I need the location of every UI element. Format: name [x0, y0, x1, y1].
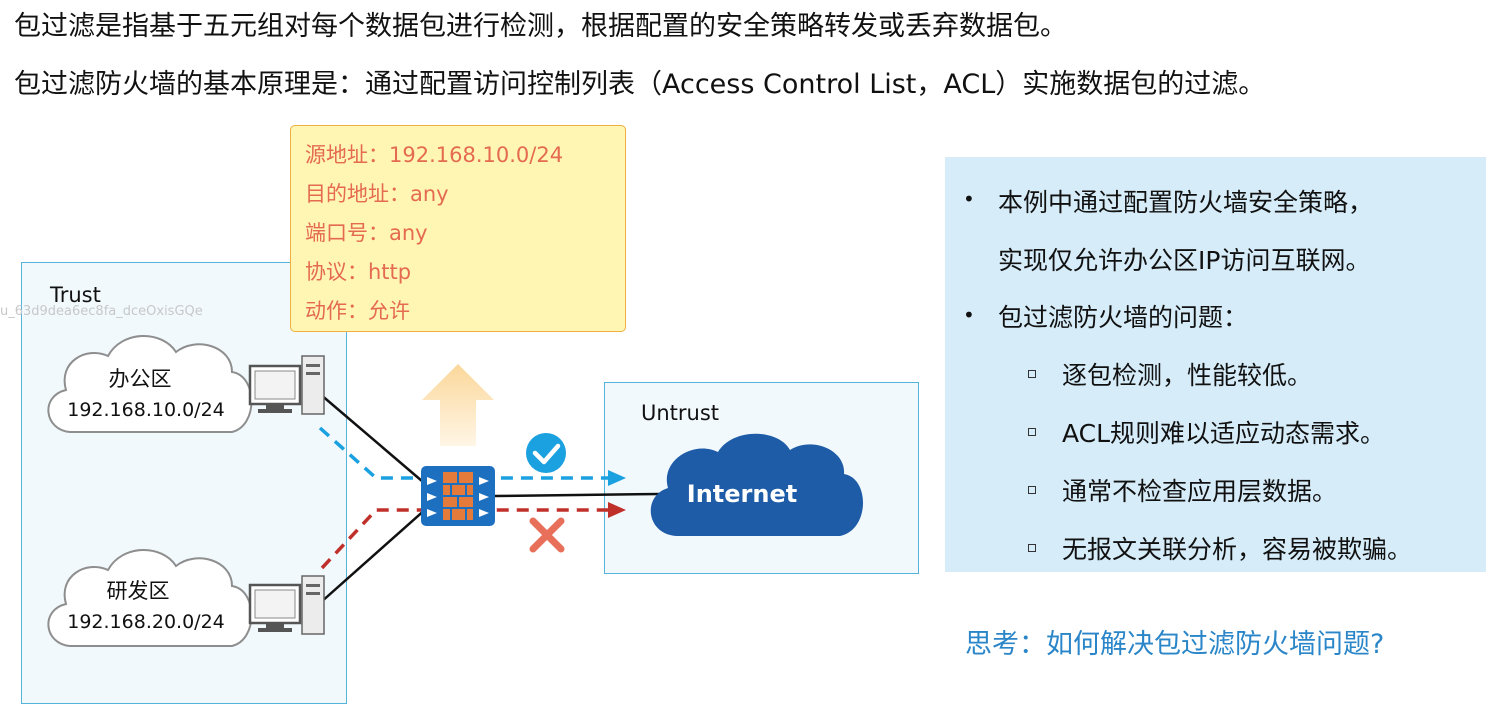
- deny-x-icon: [529, 517, 565, 553]
- office-pc-icon: [248, 355, 325, 415]
- check-circle-icon: [526, 433, 566, 473]
- policy-port: 端口号：any: [305, 221, 428, 245]
- sub-item-3: 通常不检查应用层数据。: [1062, 477, 1338, 506]
- policy-protocol: 协议：http: [305, 260, 412, 284]
- allow-arrow-icon: [608, 470, 626, 486]
- sub-bullet-icon: [1028, 486, 1036, 494]
- office-name: 办公区: [109, 367, 172, 391]
- policy-destination: 目的地址：any: [305, 182, 449, 206]
- sub-bullet-icon: [1028, 544, 1036, 552]
- internet-link-line: [493, 492, 661, 498]
- sub-item-2: ACL规则难以适应动态需求。: [1062, 419, 1386, 448]
- think-question: 思考：如何解决包过滤防火墙问题?: [965, 629, 1385, 660]
- rnd-pc-icon: [248, 575, 325, 635]
- sub-item-1: 逐包检测，性能较低。: [1062, 361, 1313, 390]
- up-arrow-icon: [422, 364, 494, 446]
- office-subnet: 192.168.10.0/24: [67, 399, 225, 421]
- internet-label: Internet: [687, 480, 797, 508]
- bullet-1-line-1: 本例中通过配置防火墙安全策略，: [998, 188, 1374, 217]
- sub-item-4: 无报文关联分析，容易被欺骗。: [1062, 535, 1413, 564]
- bullet-2: 包过滤防火墙的问题：: [998, 303, 1249, 332]
- deny-arrow-icon: [608, 502, 626, 518]
- explanation-panel: • 本例中通过配置防火墙安全策略， 实现仅允许办公区IP访问互联网。 • 包过滤…: [945, 157, 1486, 572]
- bullet-1-line-2: 实现仅允许办公区IP访问互联网。: [998, 246, 1371, 275]
- bullet-dot-icon: •: [963, 303, 975, 327]
- policy-source: 源地址：192.168.10.0/24: [305, 143, 564, 167]
- sub-bullet-icon: [1028, 370, 1036, 378]
- rnd-subnet: 192.168.20.0/24: [67, 611, 225, 633]
- policy-action: 动作：允许: [305, 299, 410, 323]
- sub-bullet-icon: [1028, 428, 1036, 436]
- bullet-dot-icon: •: [963, 187, 975, 211]
- firewall-icon: [421, 466, 495, 526]
- rnd-name: 研发区: [107, 579, 170, 603]
- security-policy-box: 源地址：192.168.10.0/24 目的地址：any 端口号：any 协议：…: [290, 125, 626, 332]
